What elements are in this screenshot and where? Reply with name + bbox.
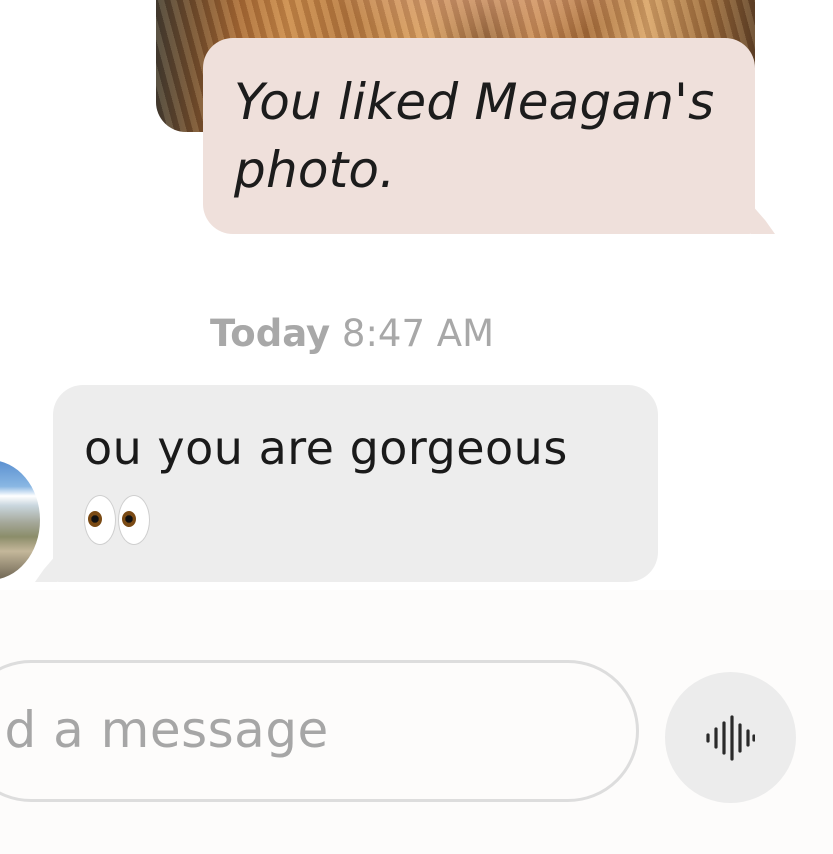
chat-screen: You liked Meagan's photo. Today 8:47 AM … bbox=[0, 0, 833, 854]
waveform-icon bbox=[706, 715, 755, 761]
sender-avatar[interactable] bbox=[0, 460, 40, 580]
right-eye bbox=[118, 494, 150, 545]
message-input-placeholder: end a message bbox=[0, 701, 329, 759]
received-message-text: ou you are gorgeous bbox=[84, 421, 568, 475]
message-composer: end a message bbox=[0, 590, 833, 854]
liked-photo-reaction-bubble: You liked Meagan's photo. bbox=[203, 38, 775, 234]
bubble-tail bbox=[35, 554, 57, 582]
eyes-emoji-icon bbox=[84, 494, 150, 545]
bubble-tail bbox=[751, 204, 775, 234]
voice-message-button[interactable] bbox=[665, 672, 796, 803]
liked-photo-text: You liked Meagan's photo. bbox=[234, 73, 715, 199]
timestamp-time: 8:47 AM bbox=[341, 312, 495, 355]
message-input[interactable]: end a message bbox=[0, 660, 639, 802]
timestamp-day: Today bbox=[209, 312, 331, 355]
received-message-bubble[interactable]: ou you are gorgeous bbox=[35, 385, 658, 582]
message-timestamp: Today 8:47 AM bbox=[0, 312, 704, 355]
left-eye bbox=[84, 494, 116, 545]
